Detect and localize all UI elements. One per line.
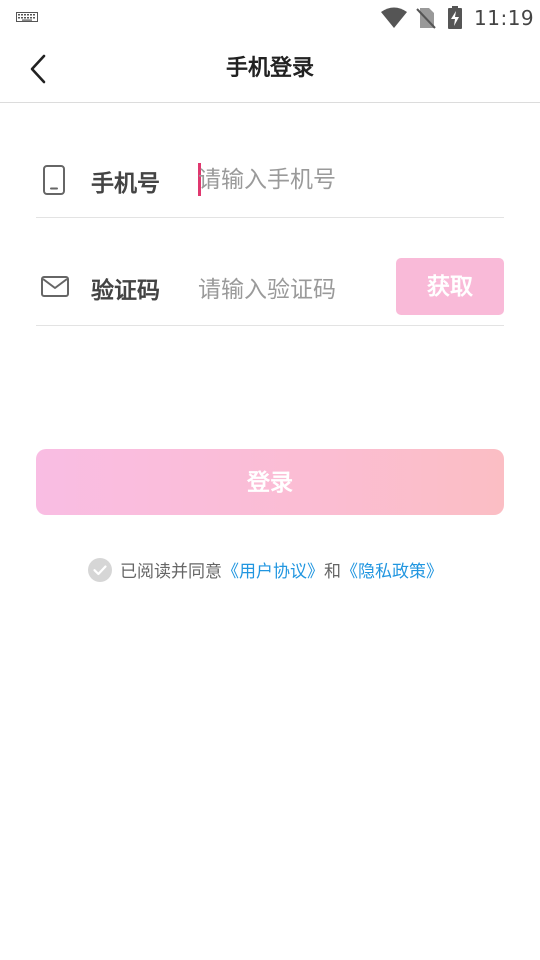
phone-label: 手机号 xyxy=(91,171,160,197)
agreement-joiner: 和 xyxy=(324,562,341,582)
agreement-line: 已阅读并同意《用户协议》和《隐私政策》 xyxy=(88,557,443,585)
code-label: 验证码 xyxy=(91,278,160,304)
wifi-icon xyxy=(381,7,407,28)
page-title: 手机登录 xyxy=(225,56,314,81)
code-input[interactable] xyxy=(198,270,388,310)
login-button[interactable]: 登录 xyxy=(36,449,504,515)
back-button[interactable] xyxy=(22,52,56,86)
nav-bar: 手机登录 xyxy=(0,36,540,103)
battery-charging-icon xyxy=(448,6,462,29)
phone-row: 手机号 xyxy=(36,126,504,218)
status-bar: 11:19 xyxy=(0,0,540,36)
mail-icon xyxy=(41,276,69,297)
user-agreement-link[interactable]: 《用户协议》 xyxy=(222,562,324,582)
status-time: 11:19 xyxy=(474,6,535,30)
privacy-policy-link[interactable]: 《隐私政策》 xyxy=(341,562,443,582)
chevron-left-icon xyxy=(30,54,46,84)
code-row: 验证码 获取 xyxy=(36,234,504,326)
phone-icon xyxy=(43,165,65,195)
get-code-button[interactable]: 获取 xyxy=(396,258,504,315)
agreement-prefix: 已阅读并同意 xyxy=(120,562,222,582)
no-sim-icon xyxy=(416,8,436,29)
check-circle-icon[interactable] xyxy=(88,557,112,582)
phone-input[interactable] xyxy=(198,160,388,200)
keyboard-icon xyxy=(16,12,38,22)
